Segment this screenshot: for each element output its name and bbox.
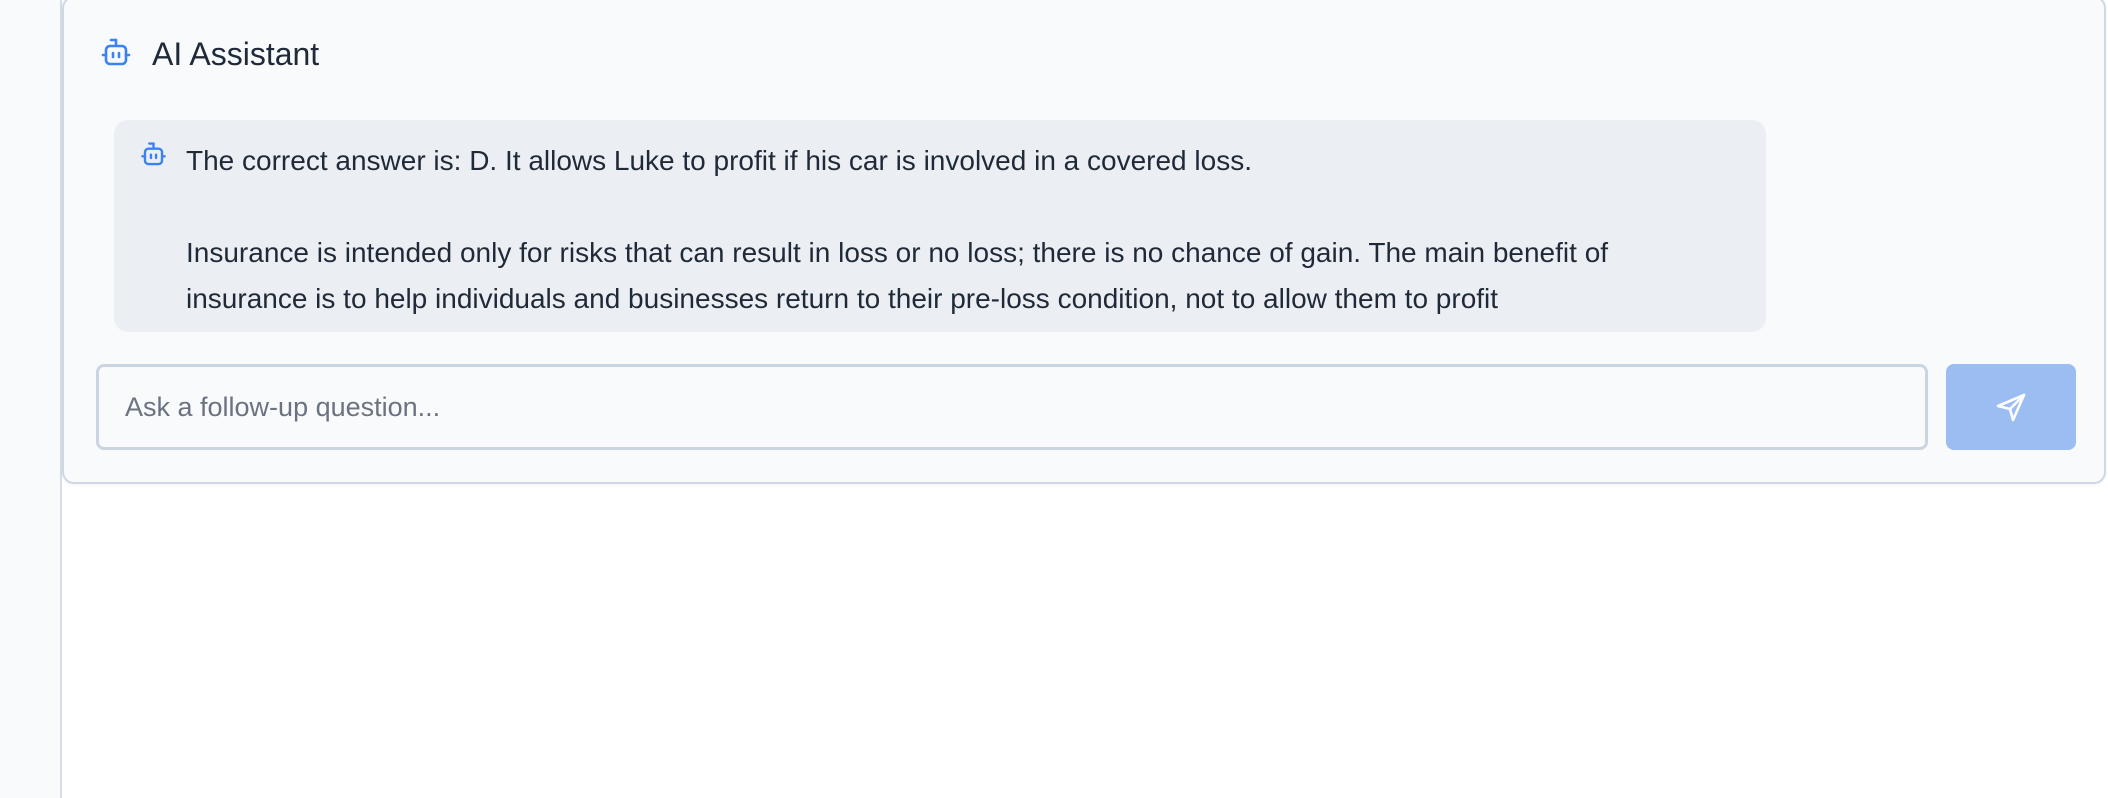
send-button[interactable]	[1946, 364, 2076, 450]
message-text: The correct answer is: D. It allows Luke…	[186, 138, 1746, 322]
assistant-message: The correct answer is: D. It allows Luke…	[114, 120, 1766, 332]
left-gutter	[0, 0, 62, 798]
robot-icon	[139, 141, 168, 170]
follow-up-input[interactable]	[99, 367, 1925, 447]
assistant-header: AI Assistant	[98, 34, 319, 74]
message-line: insurance is to help individuals and bus…	[186, 283, 1499, 314]
robot-icon	[98, 36, 134, 72]
message-line: The correct answer is: D. It allows Luke…	[186, 145, 1252, 176]
ai-assistant-panel: AI Assistant The correct answer is: D. I…	[62, 0, 2106, 484]
panel-title: AI Assistant	[152, 36, 320, 72]
follow-up-composer	[96, 364, 1928, 450]
message-line: Insurance is intended only for risks tha…	[186, 237, 1609, 268]
send-icon	[1996, 393, 2026, 422]
